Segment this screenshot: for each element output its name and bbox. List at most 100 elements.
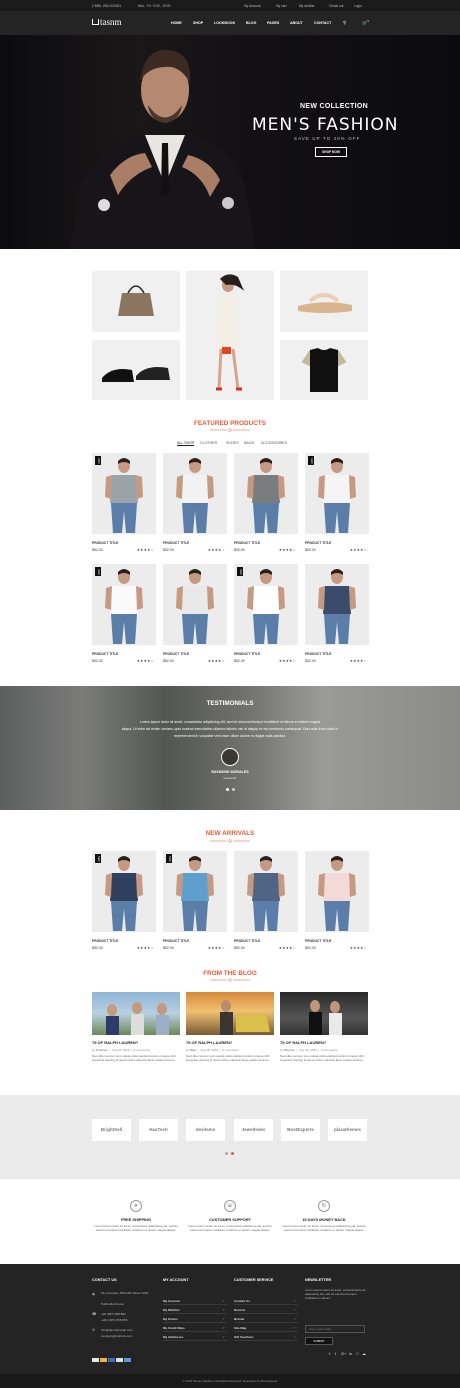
logo[interactable]: tasnm	[92, 17, 122, 27]
product-image[interactable]	[234, 851, 298, 932]
nav-pages[interactable]: PAGES	[267, 21, 279, 25]
footer-link[interactable]: Contact Us	[234, 1299, 250, 1303]
product-image[interactable]	[163, 564, 227, 645]
tab-bags[interactable]: BAGS	[244, 441, 254, 445]
tshirt-image	[302, 348, 346, 392]
footer-link[interactable]: My Wishlist	[163, 1308, 179, 1312]
avatar	[221, 748, 239, 766]
feature-text: Lorem ipsum dolor sit amet, consectetur …	[282, 1224, 366, 1232]
product-image[interactable]	[305, 851, 369, 932]
chevron-right-icon: ›	[294, 1316, 296, 1321]
slider-dot-1[interactable]	[226, 788, 229, 791]
tab-clother[interactable]: CLOTHER	[200, 441, 217, 445]
banner-shoes[interactable]	[92, 340, 180, 400]
tab-accessories[interactable]: ACCESSORIES	[261, 441, 287, 445]
brand-slider-dot-2[interactable]	[231, 1152, 234, 1155]
product-image[interactable]: NEW	[305, 453, 369, 534]
nav-home[interactable]: HOME	[171, 21, 182, 25]
product-title[interactable]: PRODUCT TITLE	[163, 939, 189, 943]
product-image[interactable]	[305, 564, 369, 645]
product-title[interactable]: PRODUCT TITLE	[305, 652, 331, 656]
banner-tshirt[interactable]	[280, 340, 368, 400]
footer-link[interactable]: My Addresses	[163, 1335, 183, 1339]
footer-link[interactable]: Brands	[234, 1317, 244, 1321]
blog-image[interactable]	[186, 992, 274, 1035]
testimonial-text-3: reprehenderit in voluptate velit esse ci…	[173, 734, 287, 738]
footer: CONTACT US ◉ My Company, 85 Puffin Stree…	[0, 1264, 460, 1374]
brand-logo[interactable]: BootExperts	[281, 1119, 320, 1141]
tab-shoes[interactable]: SHOES	[226, 441, 239, 445]
product-image[interactable]: NEW	[92, 453, 156, 534]
footer-link[interactable]: My Orders	[163, 1317, 178, 1321]
instagram-icon[interactable]: □	[356, 1351, 358, 1356]
footer-link[interactable]: My Account	[163, 1299, 180, 1303]
product-image[interactable]: NEW	[92, 564, 156, 645]
shop-now-button[interactable]: SHOP NOW	[315, 147, 347, 157]
divider	[234, 1304, 298, 1305]
my-account-link[interactable]: My Account	[244, 4, 260, 8]
product-title[interactable]: PRODUCT TITLE	[234, 939, 260, 943]
banner-woman[interactable]	[186, 271, 274, 400]
newsletter-email-input[interactable]: enter your email	[305, 1325, 365, 1333]
blog-post-title[interactable]: 75 OF RALPH LAUREN?	[92, 1040, 138, 1045]
brand-logo[interactable]: BrightSell	[92, 1119, 131, 1141]
product-image[interactable]: NEW	[163, 851, 227, 932]
banner-sandal[interactable]	[280, 271, 368, 332]
product-title[interactable]: PRODUCT TITLE	[92, 939, 118, 943]
nav-blog[interactable]: BLOG	[246, 21, 256, 25]
search-icon[interactable]: ⚲	[343, 20, 346, 26]
product-title[interactable]: PRODUCT TITLE	[92, 541, 118, 545]
banner-bag[interactable]	[92, 271, 180, 332]
nav-contact[interactable]: CONTACT	[314, 21, 331, 25]
product-image[interactable]: NEW	[234, 564, 298, 645]
footer-link[interactable]: Site Map	[234, 1326, 246, 1330]
tab-all-shop[interactable]: ALL SHOP	[177, 441, 195, 446]
product-title[interactable]: PRODUCT TITLE	[234, 541, 260, 545]
nav-about[interactable]: ABOUT	[290, 21, 303, 25]
soundcloud-icon[interactable]: ☁	[362, 1351, 366, 1356]
facebook-icon[interactable]: f	[329, 1351, 330, 1356]
nav-lookbook[interactable]: LOOKBOOK	[214, 21, 235, 25]
check-out-link[interactable]: Check out	[329, 4, 343, 8]
my-cart-link[interactable]: My cart	[276, 4, 286, 8]
product-title[interactable]: PRODUCT TITLE	[163, 652, 189, 656]
brand-logo[interactable]: devitems	[186, 1119, 225, 1141]
login-link[interactable]: Login	[354, 4, 362, 8]
brand-logo[interactable]: Jewelteaks	[234, 1119, 273, 1141]
google-plus-icon[interactable]: G+	[341, 1351, 346, 1356]
blog-image[interactable]	[280, 992, 368, 1035]
product-price: $52.00	[163, 946, 174, 950]
footer-link[interactable]: Gift Vouchers	[234, 1335, 253, 1339]
section-ornament-icon	[210, 428, 250, 432]
product-title[interactable]: PRODUCT TITLE	[92, 652, 118, 656]
brand-slider-dot-1[interactable]	[225, 1152, 228, 1155]
footer-link[interactable]: Returns	[234, 1308, 245, 1312]
chevron-right-icon: ›	[223, 1325, 225, 1330]
footer-link[interactable]: My Credit Slips	[163, 1326, 185, 1330]
product-image[interactable]	[234, 453, 298, 534]
slider-dot-2[interactable]	[232, 788, 235, 791]
product-title[interactable]: PRODUCT TITLE	[163, 541, 189, 545]
product-title[interactable]: PRODUCT TITLE	[305, 939, 331, 943]
linkedin-icon[interactable]: in	[349, 1351, 352, 1356]
cart-icon[interactable]: 🛒0	[362, 20, 369, 27]
product-image[interactable]	[163, 453, 227, 534]
submit-button[interactable]: SUBMIT	[305, 1337, 333, 1345]
blog-post-title[interactable]: 75 OF RALPH LAUREN?	[186, 1040, 232, 1045]
my-wishlist-link[interactable]: My wishlist	[299, 4, 314, 8]
brand-logo[interactable]: HasTech	[139, 1119, 178, 1141]
product-title[interactable]: PRODUCT TITLE	[234, 652, 260, 656]
copyright-text: © 2016 Tasnm Fashion. All Rights Reserve…	[182, 1379, 278, 1383]
product-image[interactable]: NEW	[92, 851, 156, 932]
customer-service-title: CUSTOMER SERVICE	[234, 1278, 274, 1282]
email-2[interactable]: company@outlook.com	[101, 1334, 132, 1338]
hero-subtitle: NEW COLLECTION	[300, 103, 368, 110]
nav-shop[interactable]: SHOP	[193, 21, 203, 25]
brand-logo[interactable]: plazathemes	[328, 1119, 367, 1141]
product-title[interactable]: PRODUCT TITLE	[305, 541, 331, 545]
blog-image[interactable]	[92, 992, 180, 1035]
email-1[interactable]: info@demodomain.com	[101, 1328, 133, 1332]
discover-icon	[116, 1358, 123, 1362]
blog-post-title[interactable]: 75 OF RALPH LAUREN?	[280, 1040, 326, 1045]
twitter-icon[interactable]: t	[335, 1351, 336, 1356]
